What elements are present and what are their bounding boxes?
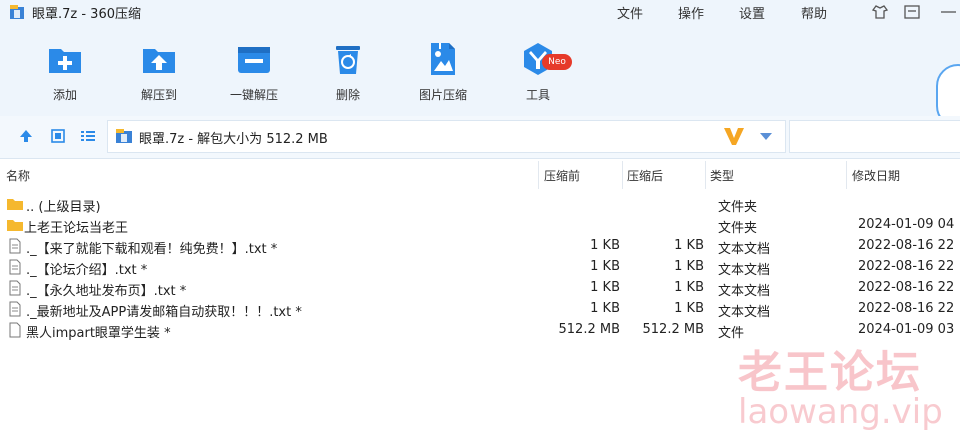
file-row[interactable]: ._【论坛介绍】.txt * 1 KB 1 KB 文本文档 2022-08-16… bbox=[0, 257, 960, 278]
watermark-url: laowang.vip bbox=[738, 392, 943, 432]
add-folder-icon bbox=[49, 49, 81, 73]
list-view-icon[interactable] bbox=[80, 128, 96, 144]
menu-operate[interactable]: 操作 bbox=[678, 3, 704, 22]
file-modified: 2022-08-16 22 bbox=[858, 280, 955, 295]
menu-help[interactable]: 帮助 bbox=[801, 3, 827, 22]
title-bar: 眼罩.7z - 360压缩 文件 操作 设置 帮助 bbox=[0, 0, 960, 24]
folder-icon bbox=[7, 199, 23, 210]
window-title: 眼罩.7z - 360压缩 bbox=[32, 7, 141, 22]
file-name: 黑人impart眼罩学生装 * bbox=[26, 326, 171, 341]
delete-button[interactable]: 删除 bbox=[308, 24, 388, 116]
archive-icon bbox=[116, 129, 132, 143]
file-modified: 2024-01-09 03 bbox=[858, 322, 955, 337]
file-name: ._【论坛介绍】.txt * bbox=[26, 263, 148, 278]
app-icon bbox=[10, 5, 24, 19]
menu-settings[interactable]: 设置 bbox=[739, 3, 765, 22]
file-name: .. (上级目录) bbox=[26, 200, 101, 215]
one-click-extract-label: 一键解压 bbox=[229, 88, 278, 102]
tools-button[interactable]: 工具 bbox=[498, 24, 578, 116]
file-type: 文件夹 bbox=[718, 221, 758, 236]
file-compressed-size: 1 KB bbox=[590, 259, 620, 274]
add-button[interactable]: 添加 bbox=[25, 24, 105, 116]
file-modified: 2022-08-16 22 bbox=[858, 301, 955, 316]
file-name: ._【永久地址发布页】.txt * bbox=[26, 284, 187, 299]
column-header-uncompressed[interactable]: 压缩后 bbox=[627, 167, 663, 184]
text-file-icon bbox=[9, 259, 21, 275]
file-uncompressed-size: 1 KB bbox=[674, 280, 704, 295]
delete-label: 删除 bbox=[335, 88, 360, 102]
file-uncompressed-size: 1 KB bbox=[674, 259, 704, 274]
folder-icon bbox=[7, 220, 23, 231]
image-compress-icon bbox=[431, 43, 455, 75]
file-icon bbox=[9, 322, 21, 338]
file-modified: 2022-08-16 22 bbox=[858, 259, 955, 274]
feedback-icon[interactable] bbox=[903, 3, 921, 21]
file-row[interactable]: ._【永久地址发布页】.txt * 1 KB 1 KB 文本文档 2022-08… bbox=[0, 278, 960, 299]
neo-badge: Neo bbox=[542, 54, 572, 70]
menu-file[interactable]: 文件 bbox=[617, 3, 643, 22]
file-uncompressed-size: 1 KB bbox=[674, 238, 704, 253]
recycle-bin-icon bbox=[336, 46, 360, 74]
navigation-bar: 眼罩.7z - 解包大小为 512.2 MB bbox=[0, 116, 960, 158]
minimize-icon[interactable] bbox=[938, 3, 956, 21]
one-click-extract-icon bbox=[238, 47, 270, 73]
file-type: 文本文档 bbox=[718, 284, 771, 299]
path-text: 眼罩.7z - 解包大小为 512.2 MB bbox=[139, 132, 328, 147]
search-input[interactable] bbox=[789, 120, 960, 153]
file-type: 文本文档 bbox=[718, 242, 771, 257]
file-compressed-size: 1 KB bbox=[590, 301, 620, 316]
file-row[interactable]: ._最新地址及APP请发邮箱自动获取！！！.txt * 1 KB 1 KB 文本… bbox=[0, 299, 960, 320]
tools-label: 工具 bbox=[525, 88, 550, 102]
file-uncompressed-size: 512.2 MB bbox=[642, 322, 704, 337]
file-name: ._最新地址及APP请发邮箱自动获取！！！.txt * bbox=[26, 305, 302, 320]
text-file-icon bbox=[9, 238, 21, 254]
v-logo-icon[interactable] bbox=[722, 125, 746, 147]
image-compress-button[interactable]: 图片压缩 bbox=[403, 24, 483, 116]
skin-icon[interactable] bbox=[871, 3, 889, 21]
file-name: ._【来了就能下载和观看！纯免费！】.txt * bbox=[26, 242, 278, 257]
column-divider[interactable] bbox=[846, 161, 847, 189]
column-header-compressed[interactable]: 压缩前 bbox=[544, 167, 580, 184]
toolbar: 添加 解压到 一键解压 删除 图片压缩 工具 Neo bbox=[0, 24, 960, 128]
file-row[interactable]: 上老王论坛当老王 文件夹 2024-01-09 04 bbox=[0, 215, 960, 236]
file-type: 文本文档 bbox=[718, 305, 771, 320]
column-divider[interactable] bbox=[622, 161, 623, 189]
file-row[interactable]: .. (上级目录) 文件夹 bbox=[0, 194, 960, 215]
file-type: 文本文档 bbox=[718, 263, 771, 278]
file-compressed-size: 1 KB bbox=[590, 280, 620, 295]
file-row[interactable]: ._【来了就能下载和观看！纯免费！】.txt * 1 KB 1 KB 文本文档 … bbox=[0, 236, 960, 257]
path-bar[interactable]: 眼罩.7z - 解包大小为 512.2 MB bbox=[107, 120, 786, 153]
file-modified: 2022-08-16 22 bbox=[858, 238, 955, 253]
extract-to-label: 解压到 bbox=[140, 88, 177, 102]
file-compressed-size: 1 KB bbox=[590, 238, 620, 253]
column-divider[interactable] bbox=[538, 161, 539, 189]
file-uncompressed-size: 1 KB bbox=[674, 301, 704, 316]
file-modified: 2024-01-09 04 bbox=[858, 217, 955, 232]
text-file-icon bbox=[9, 301, 21, 317]
extract-to-button[interactable]: 解压到 bbox=[119, 24, 199, 116]
column-divider[interactable] bbox=[705, 161, 706, 189]
add-label: 添加 bbox=[52, 88, 77, 102]
chevron-down-icon[interactable] bbox=[758, 128, 774, 144]
up-arrow-icon[interactable] bbox=[18, 128, 34, 144]
file-compressed-size: 512.2 MB bbox=[558, 322, 620, 337]
image-compress-label: 图片压缩 bbox=[418, 88, 467, 102]
watermark-text: 老王论坛 bbox=[738, 347, 922, 398]
file-name: 上老王论坛当老王 bbox=[24, 221, 129, 236]
column-header-name[interactable]: 名称 bbox=[6, 167, 30, 184]
thumbnail-view-icon[interactable] bbox=[50, 128, 66, 144]
text-file-icon bbox=[9, 280, 21, 296]
column-header-modified[interactable]: 修改日期 bbox=[852, 167, 900, 184]
extract-to-icon bbox=[143, 49, 175, 73]
file-type: 文件夹 bbox=[718, 200, 758, 215]
one-click-extract-button[interactable]: 一键解压 bbox=[214, 24, 294, 116]
column-header-type[interactable]: 类型 bbox=[710, 167, 734, 184]
